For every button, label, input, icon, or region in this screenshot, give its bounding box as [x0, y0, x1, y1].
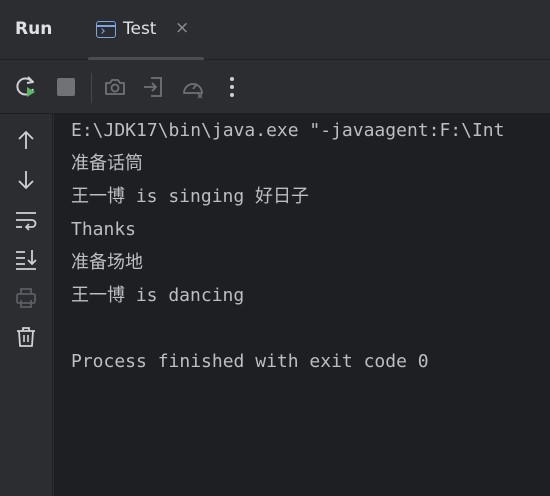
- more-options-icon[interactable]: [219, 74, 245, 100]
- print-icon[interactable]: [13, 285, 39, 311]
- run-tool-window: Run Test × E:\JDK17\bin\java.exe "-javaa…: [0, 0, 550, 496]
- screenshot-icon[interactable]: [102, 74, 128, 100]
- run-title: Run: [15, 19, 53, 39]
- tab-test[interactable]: Test ×: [88, 10, 204, 61]
- stop-icon[interactable]: [53, 74, 79, 100]
- console-line: Process finished with exit code 0: [71, 351, 429, 372]
- rerun-icon[interactable]: [13, 74, 39, 100]
- console-window-icon: [96, 21, 116, 38]
- console-line: 王一博 is dancing: [71, 285, 245, 306]
- console-line: 准备场地: [71, 252, 143, 273]
- soft-wrap-icon[interactable]: [13, 207, 39, 233]
- up-arrow-icon[interactable]: [13, 127, 39, 153]
- console-line: 准备话筒: [71, 153, 143, 174]
- scroll-to-end-icon[interactable]: [13, 246, 39, 272]
- console-line: Thanks: [71, 219, 137, 240]
- console-line: 王一博 is singing 好日子: [71, 186, 310, 207]
- console-output[interactable]: E:\JDK17\bin\java.exe "-javaagent:F:\Int…: [54, 114, 550, 496]
- close-icon[interactable]: ×: [175, 18, 189, 38]
- trash-icon[interactable]: [13, 324, 39, 350]
- console-line: E:\JDK17\bin\java.exe "-javaagent:F:\Int: [71, 120, 505, 141]
- export-icon[interactable]: [141, 74, 167, 100]
- toolbar-separator: [91, 73, 92, 103]
- tab-label: Test: [123, 19, 157, 39]
- down-arrow-icon[interactable]: [13, 167, 39, 193]
- console-gutter: [0, 114, 53, 496]
- run-header: Run Test ×: [0, 0, 550, 61]
- run-toolbar: [0, 60, 550, 114]
- profiler-icon[interactable]: [180, 74, 206, 100]
